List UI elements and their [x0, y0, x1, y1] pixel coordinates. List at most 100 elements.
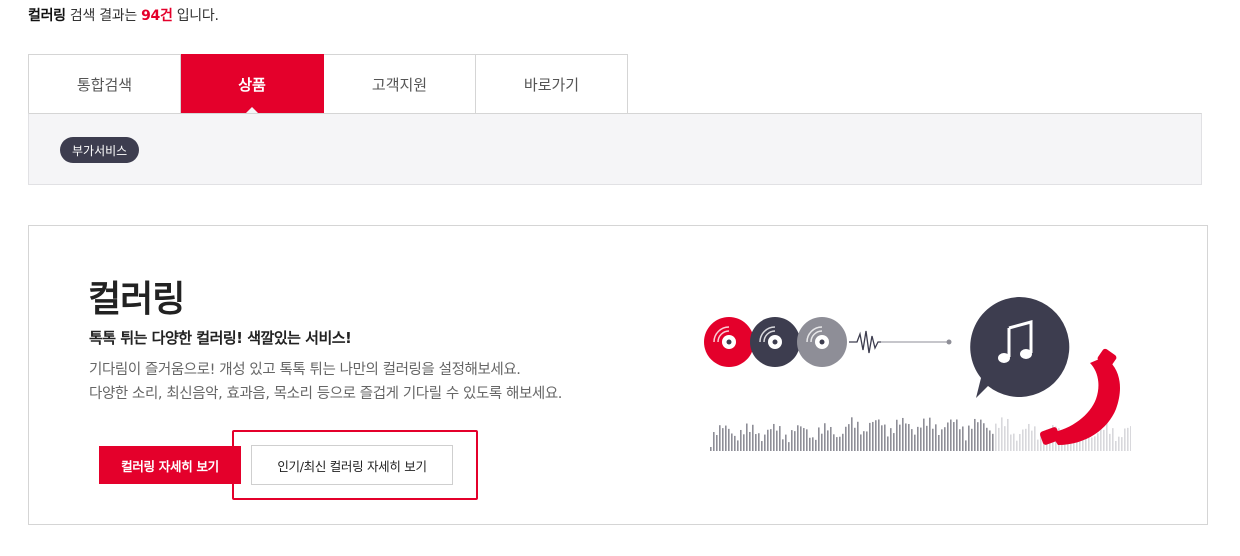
- waveform-bar: [812, 437, 814, 451]
- waveform-bar: [1118, 436, 1120, 451]
- waveform-bar: [1010, 434, 1012, 451]
- waveform-bar: [860, 434, 862, 451]
- waveform-bar: [755, 434, 757, 451]
- waveform-bar: [818, 427, 820, 451]
- waveform-bar: [884, 424, 886, 451]
- waveform-bar: [956, 419, 958, 451]
- waveform-bar: [1013, 433, 1015, 451]
- waveform-bar: [983, 423, 985, 451]
- waveform-bar: [992, 433, 994, 451]
- waveform-bar: [749, 431, 751, 451]
- waveform-bar: [833, 434, 835, 451]
- product-subtitle: 톡톡 튀는 다양한 컬러링! 색깔있는 서비스!: [89, 329, 352, 347]
- waveform-bar: [1031, 430, 1033, 451]
- waveform-bar: [968, 425, 970, 451]
- waveform-bar: [1094, 436, 1096, 451]
- waveform-bar: [764, 434, 766, 451]
- waveform-bar: [881, 425, 883, 451]
- waveform-bar: [1022, 429, 1024, 451]
- waveform-bar: [806, 429, 808, 451]
- waveform-bar: [731, 433, 733, 451]
- waveform-bar: [761, 441, 763, 451]
- waveform-bar: [899, 424, 901, 451]
- waveform-bar: [773, 423, 775, 451]
- waveform-bar: [782, 439, 784, 451]
- waveform-bar: [944, 427, 946, 451]
- waveform-bar: [1019, 434, 1021, 451]
- waveform-bar: [725, 425, 727, 451]
- waveform-bar: [1121, 437, 1123, 451]
- waveform-bar: [986, 427, 988, 451]
- waveform-bar: [1037, 439, 1039, 451]
- waveform-bar: [779, 426, 781, 451]
- waveform-bar: [851, 417, 853, 451]
- waveform-bar: [896, 419, 898, 451]
- waveform-bar: [1001, 417, 1003, 451]
- waveform-bar: [1097, 433, 1099, 451]
- waveform-bar: [908, 424, 910, 451]
- waveform-bar: [974, 418, 976, 451]
- search-summary: 컬러링 검색 결과는 94건 입니다.: [28, 5, 219, 25]
- waveform-bar: [932, 428, 934, 451]
- waveform-bar: [965, 440, 967, 451]
- waveform-bar: [1130, 426, 1131, 451]
- waveform-bar: [923, 418, 925, 451]
- waveform-bar: [848, 424, 850, 451]
- waveform-bar: [734, 435, 736, 451]
- waveform-bar: [797, 425, 799, 451]
- waveform-bar: [776, 430, 778, 451]
- waveform-bar: [953, 422, 955, 451]
- waveform-bar: [1091, 437, 1093, 451]
- product-title: 컬러링: [88, 279, 185, 320]
- waveform-bar: [722, 428, 724, 451]
- tab-shortcuts[interactable]: 바로가기: [476, 54, 628, 114]
- waveform-bar: [941, 429, 943, 451]
- tab-customer-support[interactable]: 고객지원: [324, 54, 476, 114]
- waveform-bar: [827, 430, 829, 451]
- waveform-bar: [1124, 428, 1126, 451]
- waveform-bar: [1127, 427, 1129, 451]
- search-tabs: 통합검색 상품 고객지원 바로가기: [28, 54, 628, 114]
- waveform-bar: [1103, 429, 1105, 451]
- waveform-bar: [713, 432, 715, 451]
- popular-coloring-detail-button[interactable]: 인기/최신 컬러링 자세히 보기: [251, 445, 453, 485]
- disc-icon: [750, 317, 800, 367]
- coloring-detail-button[interactable]: 컬러링 자세히 보기: [99, 446, 241, 484]
- category-chip[interactable]: 부가서비스: [60, 137, 140, 163]
- waveform-bar: [743, 434, 745, 451]
- waveform-bar: [866, 431, 868, 451]
- waveform-bar: [788, 442, 790, 451]
- waveform-bar: [710, 447, 712, 451]
- waveform-bar: [971, 428, 973, 451]
- waveform-bar: [911, 429, 913, 451]
- waveform-bar: [980, 419, 982, 451]
- waveform-bar: [917, 426, 919, 451]
- waveform-bar: [824, 423, 826, 451]
- waveform-bar: [1109, 433, 1111, 451]
- summary-suffix: 입니다.: [172, 8, 219, 24]
- waveform-bar: [854, 427, 856, 451]
- waveform-bar: [830, 426, 832, 451]
- waveform-bar: [902, 417, 904, 451]
- music-note-icon: [970, 296, 1070, 398]
- waveform-bar: [839, 436, 841, 451]
- waveform-bar: [989, 430, 991, 451]
- tab-integrated-search[interactable]: 통합검색: [28, 54, 181, 114]
- waveform-bar: [842, 433, 844, 451]
- waveform-bar: [767, 429, 769, 451]
- coloring-illustration: [704, 296, 1131, 451]
- waveform-bar: [1034, 426, 1036, 451]
- waveform-bar: [959, 429, 961, 451]
- waveform-bar: [716, 435, 718, 451]
- result-count: 94건: [141, 8, 173, 24]
- category-filter-bar: 부가서비스: [28, 113, 1202, 185]
- waveform-bar: [719, 425, 721, 451]
- waveform-bar: [893, 433, 895, 451]
- tab-products[interactable]: 상품: [181, 54, 324, 114]
- waveform-bar: [803, 428, 805, 451]
- waveform-bar: [791, 430, 793, 451]
- waveform-bar: [947, 422, 949, 451]
- product-description: 기다림이 즐거움으로! 개성 있고 톡톡 튀는 나만의 컬러링을 설정해보세요.…: [89, 358, 562, 406]
- disc-icon: [704, 317, 754, 367]
- waveform-bar: [1106, 423, 1108, 451]
